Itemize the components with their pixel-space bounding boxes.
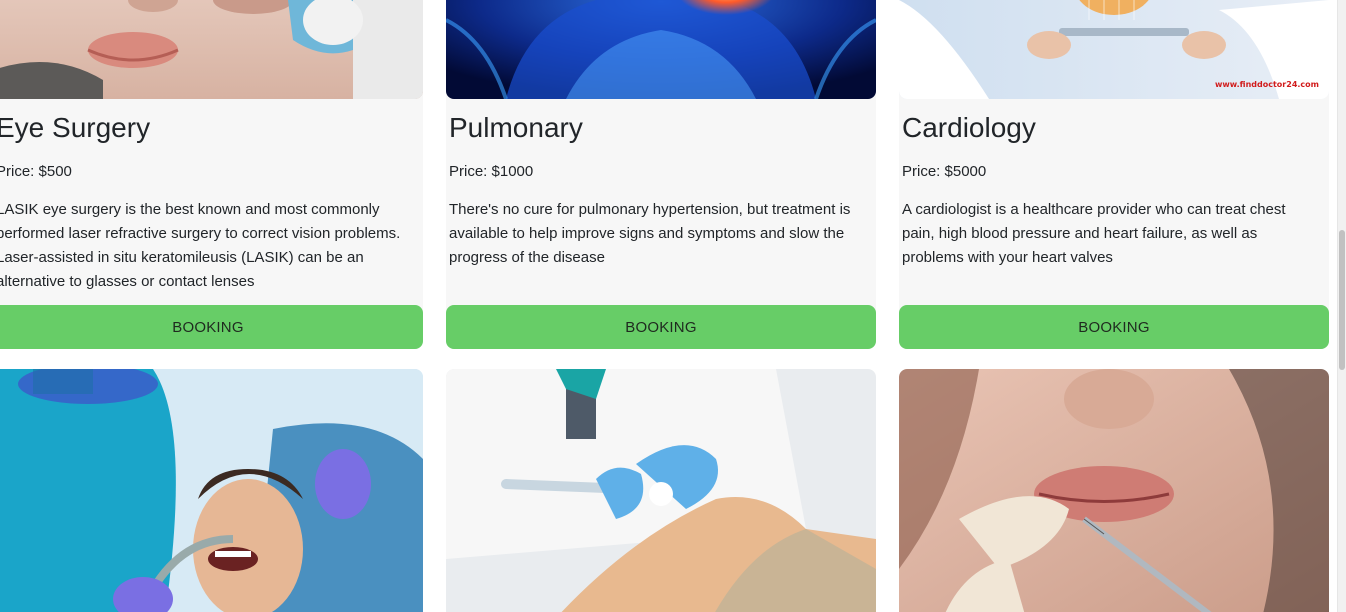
service-card-cosmetic (899, 369, 1329, 612)
service-title: Pulmonary (449, 112, 583, 143)
booking-button-pulmonary[interactable]: BOOKING (446, 305, 876, 349)
card-body: Cardiology Price: $5000 A cardiologist i… (899, 99, 1329, 270)
service-description: There's no cure for pulmonary hypertensi… (449, 201, 851, 266)
service-card-orthopedic (446, 369, 876, 612)
dental-image (0, 369, 423, 612)
service-price: Price: $5000 (902, 163, 987, 180)
card-body: Pulmonary Price: $1000 There's no cure f… (446, 99, 876, 270)
service-price: Price: $1000 (449, 163, 534, 180)
service-card-eye-surgery: Eye Surgery Price: $500 LASIK eye surger… (0, 0, 423, 349)
eye-surgery-image (0, 0, 423, 99)
page-scrollbar[interactable] (1337, 0, 1346, 612)
service-description: A cardiologist is a healthcare provider … (902, 201, 1286, 266)
cosmetic-image (899, 369, 1329, 612)
booking-button-eye-surgery[interactable]: BOOKING (0, 305, 423, 349)
image-watermark: www.finddoctor24.com (1214, 80, 1319, 89)
orthopedic-image (446, 369, 876, 612)
services-page: Eye Surgery Price: $500 LASIK eye surger… (0, 0, 1346, 612)
service-price: Price: $500 (0, 163, 72, 180)
pulmonary-image (446, 0, 876, 99)
card-body: Eye Surgery Price: $500 LASIK eye surger… (0, 99, 423, 294)
service-card-dental (0, 369, 423, 612)
cardiology-image: www.finddoctor24.com (899, 0, 1329, 99)
service-title: Eye Surgery (0, 112, 151, 143)
service-title: Cardiology (902, 112, 1036, 143)
service-description: LASIK eye surgery is the best known and … (0, 201, 401, 290)
service-card-pulmonary: Pulmonary Price: $1000 There's no cure f… (446, 0, 876, 349)
service-card-cardiology: www.finddoctor24.com Cardiology Price: $… (899, 0, 1329, 349)
booking-button-cardiology[interactable]: BOOKING (899, 305, 1329, 349)
scrollbar-thumb[interactable] (1339, 230, 1345, 370)
